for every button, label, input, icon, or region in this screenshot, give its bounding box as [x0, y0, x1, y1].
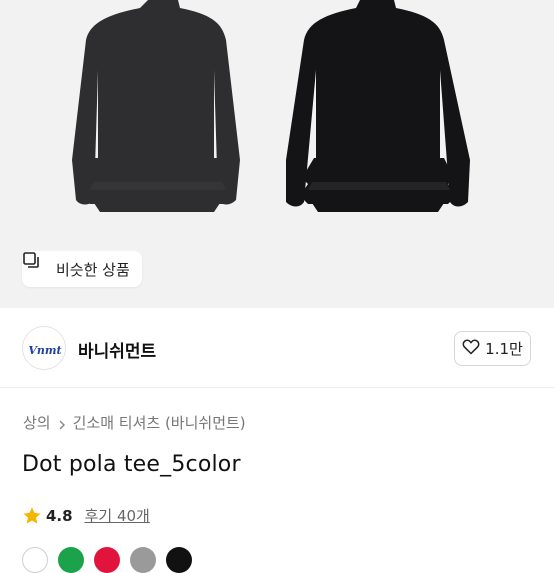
- product-image-area[interactable]: 비슷한 상품: [0, 0, 554, 308]
- similar-items-button[interactable]: 비슷한 상품: [22, 251, 142, 287]
- color-swatches: [22, 547, 222, 573]
- product-title: Dot pola tee_5color: [22, 452, 241, 477]
- swatch-white[interactable]: [22, 547, 48, 573]
- breadcrumb-item-subcategory[interactable]: 긴소매 티셔츠 (바니쉬먼트): [73, 412, 246, 433]
- reviews-link[interactable]: 후기 40개: [85, 505, 150, 526]
- shop-name[interactable]: 바니쉬먼트: [78, 337, 156, 362]
- swatch-black[interactable]: [166, 547, 192, 573]
- swatch-green[interactable]: [58, 547, 84, 573]
- similar-items-icon: [23, 252, 50, 278]
- shop-logo-text: Vnmt: [28, 344, 61, 357]
- shop-logo[interactable]: Vnmt: [22, 326, 66, 370]
- chevron-right-icon: [57, 417, 67, 429]
- swatch-gray[interactable]: [130, 547, 156, 573]
- rating-row: 4.8 후기 40개: [22, 505, 150, 526]
- follow-button[interactable]: 1.1만: [454, 331, 531, 366]
- heart-icon: [462, 339, 480, 359]
- star-icon: [22, 506, 42, 526]
- breadcrumb: 상의 긴소매 티셔츠 (바니쉬먼트): [23, 412, 246, 433]
- follow-count: 1.1만: [485, 340, 523, 358]
- swatch-red[interactable]: [94, 547, 120, 573]
- breadcrumb-item-category[interactable]: 상의: [23, 412, 51, 433]
- rating-score: 4.8: [46, 506, 73, 525]
- similar-items-label: 비슷한 상품: [56, 260, 130, 279]
